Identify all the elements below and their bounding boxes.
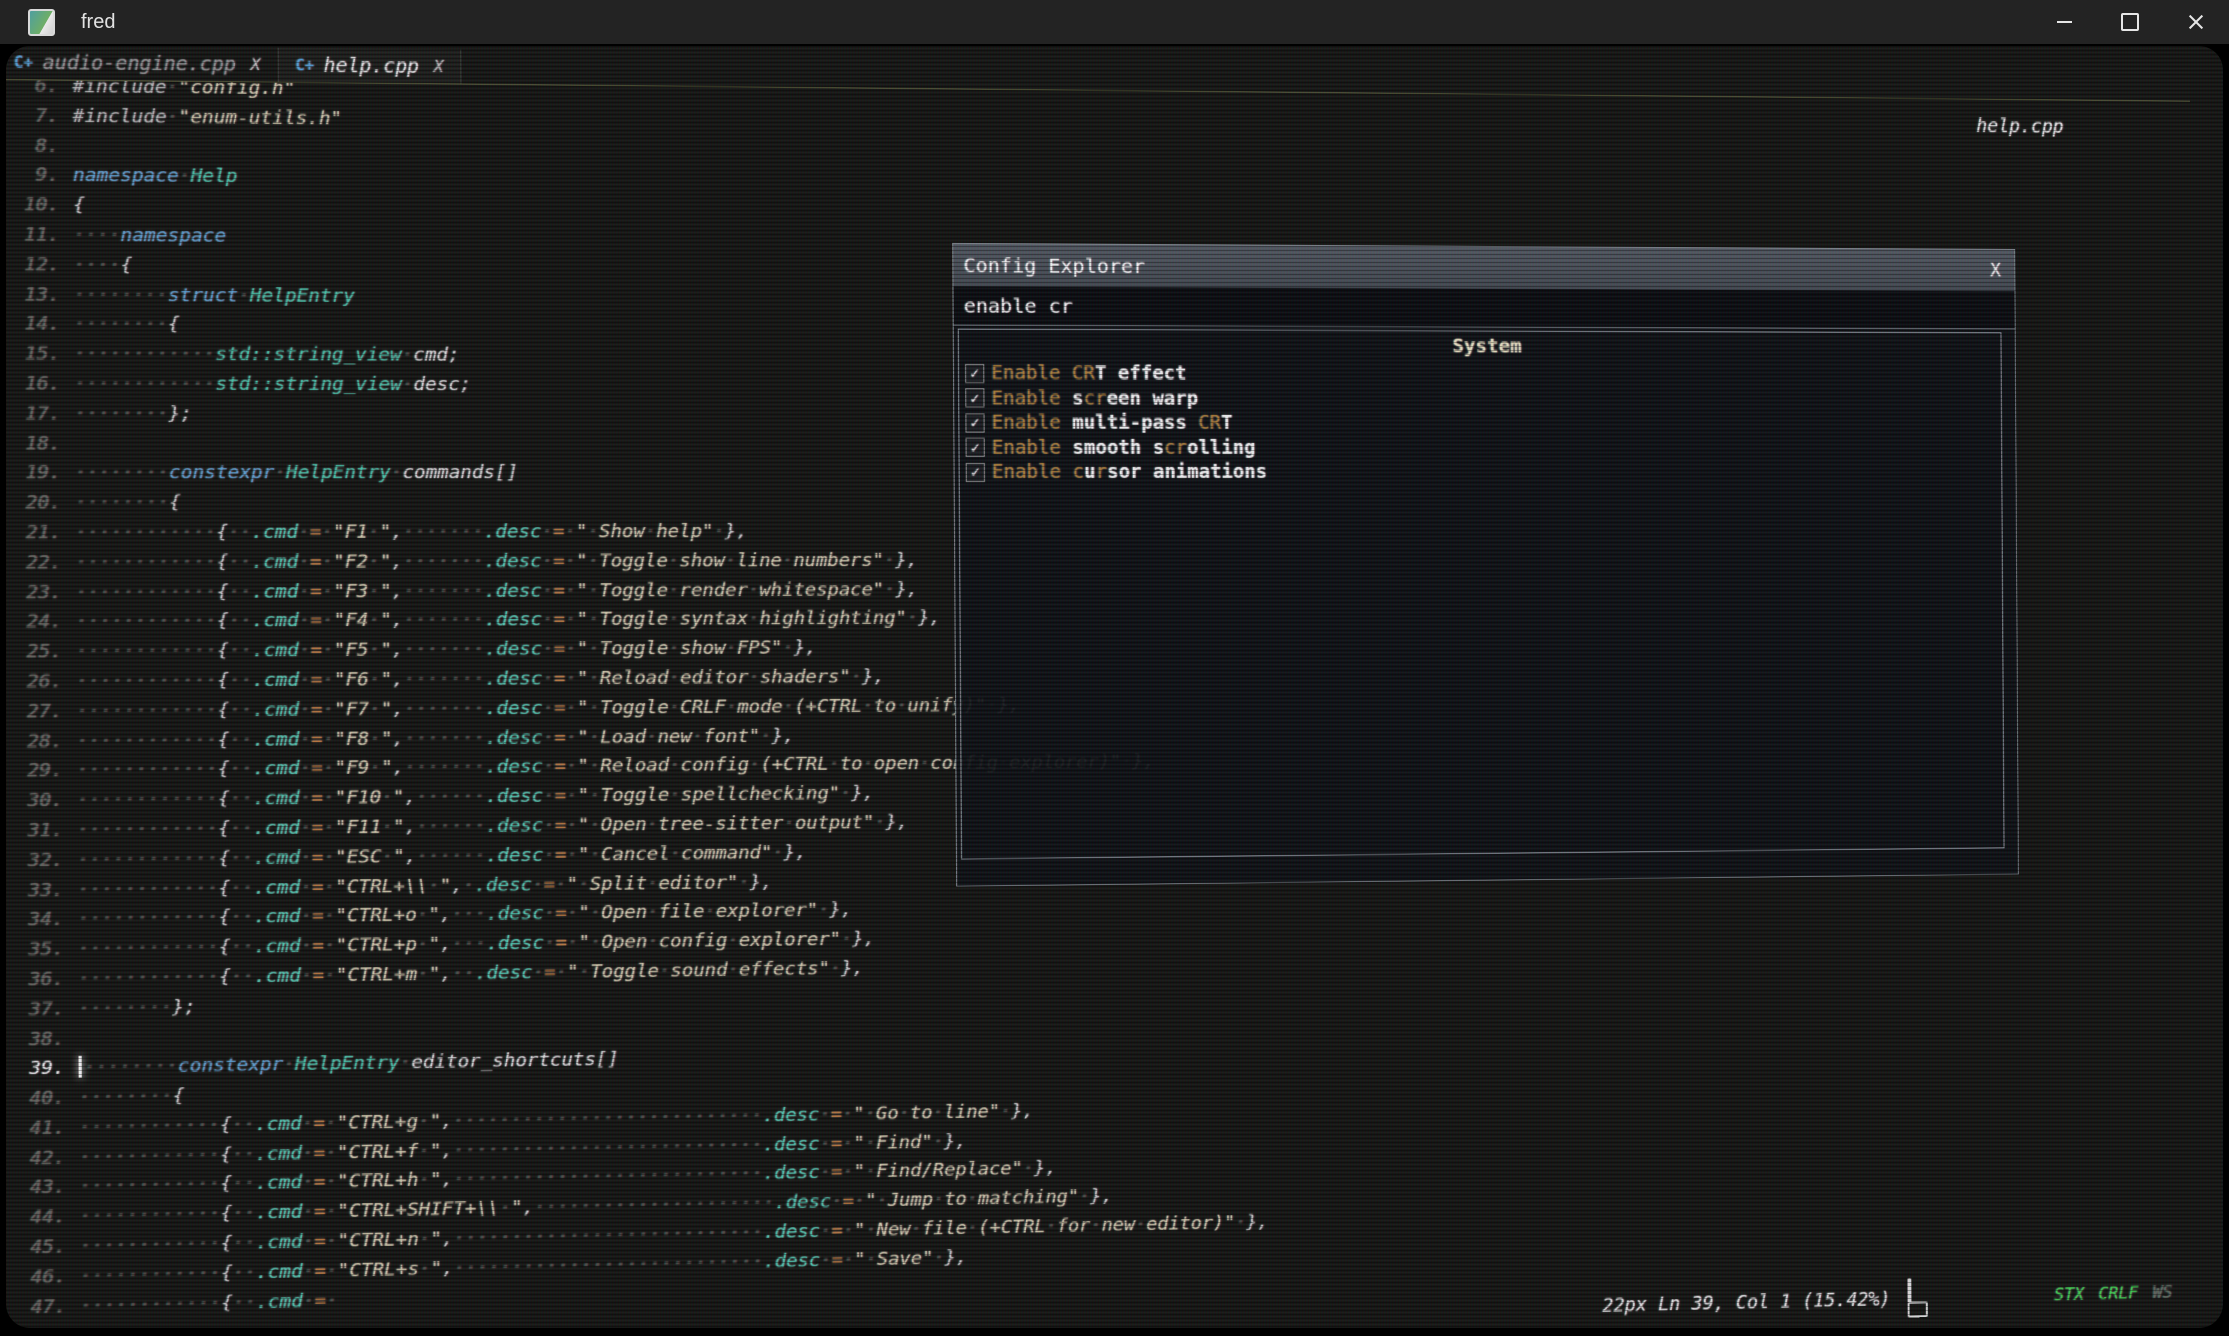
text-cursor: [79, 1056, 82, 1078]
line-number: 9.: [6, 161, 73, 191]
line-number: 45.: [6, 1233, 80, 1264]
popup-titlebar[interactable]: Config Explorer X: [953, 244, 2014, 291]
checkbox[interactable]: ✓: [965, 364, 984, 383]
line-number: 18.: [6, 429, 75, 459]
minimize-icon: [2057, 21, 2072, 23]
minimize-button[interactable]: [2031, 0, 2097, 44]
line-number: 17.: [6, 400, 75, 430]
line-number: 44.: [6, 1203, 80, 1234]
line-number: 20.: [6, 489, 75, 519]
line-number: 14.: [6, 310, 74, 340]
line-number: 30.: [6, 786, 77, 816]
lock-icon: [1908, 1280, 1928, 1318]
line-number: 37.: [6, 995, 78, 1026]
tab-help.cpp[interactable]: C+ help.cpp X: [278, 48, 461, 84]
editor-content: 6.#include·"config.h"7.#include·"enum-ut…: [6, 46, 2197, 1328]
line-number: 26.: [6, 667, 76, 697]
config-options: ✓Enable CRT effect✓Enable screen warp✓En…: [959, 361, 2001, 485]
config-option[interactable]: ✓Enable smooth scrolling: [959, 435, 2001, 460]
tab-label: help.cpp: [324, 54, 420, 78]
line-number: 32.: [6, 846, 77, 877]
line-number: 11.: [6, 221, 73, 251]
line-number: 24.: [6, 608, 76, 638]
tab-label: audio-engine.cpp: [43, 51, 236, 76]
line-number: 8.: [6, 131, 73, 161]
maximize-icon: [2121, 13, 2139, 31]
line-number: 29.: [6, 757, 77, 787]
line-number: 46.: [6, 1262, 80, 1293]
status-flag-ws: WS: [2153, 1283, 2173, 1303]
cpp-icon: C+: [295, 56, 314, 75]
status-flags: STX CRLF WS: [2054, 1283, 2173, 1305]
tab-close-button[interactable]: X: [434, 57, 444, 77]
close-button[interactable]: [2163, 0, 2229, 44]
checkbox[interactable]: ✓: [966, 463, 985, 482]
line-number: 39.: [6, 1054, 79, 1085]
line-number: 7.: [6, 101, 73, 131]
line-number: 42.: [6, 1143, 79, 1174]
line-number: 43.: [6, 1173, 79, 1204]
app-window: fred 6.#include·"config.h"7.#include·"en…: [0, 0, 2229, 1336]
app-icon: [28, 9, 55, 36]
line-number: 21.: [6, 519, 75, 549]
window-title: fred: [81, 11, 115, 34]
popup-close-button[interactable]: X: [1990, 260, 2001, 282]
line-number: 10.: [6, 191, 73, 221]
maximize-button[interactable]: [2097, 0, 2163, 44]
line-number: 23.: [6, 578, 76, 608]
config-option[interactable]: ✓Enable screen warp: [959, 386, 2001, 412]
config-results-box: System ✓Enable CRT effect✓Enable screen …: [958, 329, 2005, 860]
line-number: 13.: [6, 280, 74, 310]
close-icon: [2188, 14, 2204, 30]
cpp-icon: C+: [14, 53, 33, 72]
checkbox[interactable]: ✓: [965, 388, 984, 407]
window-titlebar: fred: [0, 0, 2229, 44]
filename-overlay: help.cpp: [1976, 115, 2063, 137]
config-option[interactable]: ✓Enable cursor animations: [960, 460, 2002, 485]
line-number: 15.: [6, 340, 74, 370]
line-number: 16.: [6, 370, 74, 400]
line-number: 34.: [6, 905, 78, 936]
status-flag-stx: STX: [2054, 1285, 2084, 1305]
line-number: 22.: [6, 548, 76, 578]
status-flag-crlf: CRLF: [2098, 1284, 2138, 1304]
line-number: 12.: [6, 251, 74, 281]
config-search-input[interactable]: enable cr: [953, 286, 2014, 329]
crt-surface: 6.#include·"config.h"7.#include·"enum-ut…: [6, 46, 2223, 1328]
line-number: 28.: [6, 727, 77, 757]
config-option[interactable]: ✓Enable CRT effect: [959, 361, 2001, 388]
line-number: 47.: [6, 1292, 80, 1323]
line-number: 25.: [6, 638, 76, 668]
checkbox[interactable]: ✓: [965, 413, 984, 432]
tab-close-button[interactable]: X: [251, 55, 261, 75]
config-explorer-popup: Config Explorer X enable cr System ✓Enab…: [952, 243, 2019, 887]
line-number: 36.: [6, 965, 78, 996]
config-section-header: System: [959, 330, 2001, 359]
line-number: 19.: [6, 459, 75, 489]
line-number: 35.: [6, 935, 78, 966]
line-number: 33.: [6, 876, 78, 907]
line-number: 41.: [6, 1114, 79, 1145]
tab-audio-engine.cpp[interactable]: C+ audio-engine.cpp X: [6, 46, 279, 82]
crt-screen: 6.#include·"config.h"7.#include·"enum-ut…: [0, 44, 2229, 1336]
line-number: 31.: [6, 816, 77, 847]
line-number: 27.: [6, 697, 76, 727]
window-controls: [2031, 0, 2229, 44]
popup-title: Config Explorer: [963, 253, 1145, 278]
cursor-position: 22px Ln 39, Col 1 (15.42%): [1602, 1288, 1890, 1316]
line-number: 38.: [6, 1024, 79, 1055]
line-number: 40.: [6, 1084, 79, 1115]
checkbox[interactable]: ✓: [966, 438, 985, 457]
config-option[interactable]: ✓Enable multi-pass CRT: [959, 410, 2001, 435]
